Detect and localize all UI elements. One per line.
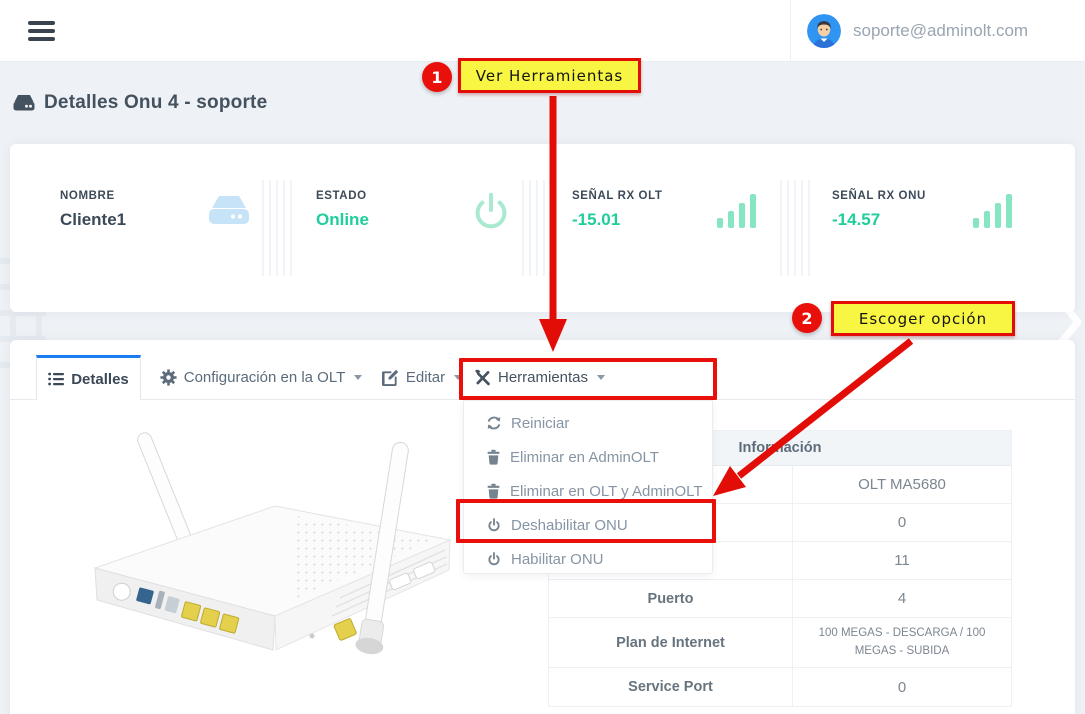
- callout-escoger-opcion: Escoger opción: [831, 301, 1015, 336]
- table-row: Puerto 4: [549, 580, 1011, 618]
- menu-item-label: Eliminar en AdminOLT: [510, 449, 659, 466]
- table-row: Plan de Internet 100 MEGAS - DESCARGA / …: [549, 618, 1011, 668]
- divider: [522, 180, 552, 276]
- divider: [780, 180, 810, 276]
- herramientas-dropdown-menu: Reiniciar Eliminar en AdminOLT Eliminar …: [463, 400, 713, 574]
- menu-item-habilitar-onu[interactable]: Habilitar ONU: [464, 542, 712, 576]
- step-badge-1: 1: [422, 62, 452, 92]
- stat-label-nombre: NOMBRE: [60, 190, 115, 202]
- row-label: Service Port: [549, 668, 793, 706]
- stat-value-nombre: Cliente1: [60, 210, 126, 230]
- callout-ver-herramientas: Ver Herramientas: [458, 58, 641, 93]
- highlight-box-deshabilitar-onu: [456, 499, 716, 543]
- highlight-box-herramientas: [459, 358, 717, 400]
- row-value: OLT MA5680: [793, 466, 1011, 503]
- menu-item-label: Reiniciar: [511, 415, 569, 432]
- row-value: 4: [793, 580, 1011, 617]
- onu-product-image: [40, 418, 470, 668]
- table-row: Service Port 0: [549, 668, 1011, 706]
- edit-icon: [382, 369, 399, 386]
- tab-detalles[interactable]: Detalles: [36, 355, 141, 400]
- list-icon: [48, 372, 64, 386]
- stat-label-senal-rx-olt: SEÑAL RX OLT: [572, 190, 662, 202]
- row-label: Puerto: [549, 580, 793, 617]
- stat-value-estado: Online: [316, 210, 369, 230]
- power-icon: [468, 188, 514, 234]
- account-menu[interactable]: soporte@adminolt.com: [790, 0, 1085, 62]
- trash-icon: [486, 483, 501, 499]
- breadcrumb: Detalles Onu 4 - soporte: [12, 92, 267, 114]
- row-value: 100 MEGAS - DESCARGA / 100 MEGAS - SUBID…: [793, 618, 1011, 667]
- chevron-down-icon: [354, 375, 362, 380]
- refresh-icon: [486, 415, 502, 431]
- signal-bars-icon: [716, 192, 758, 230]
- row-value: 11: [793, 542, 1011, 579]
- router-icon: [206, 190, 252, 230]
- signal-bars-icon: [972, 192, 1014, 230]
- onu-icon: [12, 92, 36, 114]
- menu-item-label: Habilitar ONU: [511, 551, 604, 568]
- row-value: 0: [793, 668, 1011, 706]
- tab-configuracion-olt[interactable]: Configuración en la OLT: [150, 355, 372, 400]
- tab-label: Detalles: [71, 371, 129, 388]
- app-window: soporte@adminolt.com Detalles Onu 4 - so…: [0, 0, 1085, 714]
- page-title: Detalles Onu 4 - soporte: [44, 92, 267, 114]
- tab-label: Configuración en la OLT: [184, 369, 345, 386]
- avatar: [807, 14, 841, 48]
- divider: [262, 180, 292, 276]
- account-email: soporte@adminolt.com: [853, 21, 1028, 41]
- row-value: 0: [793, 504, 1011, 541]
- tab-label: Editar: [406, 369, 445, 386]
- menu-item-eliminar-adminolt[interactable]: Eliminar en AdminOLT: [464, 440, 712, 474]
- power-icon: [486, 551, 502, 567]
- menu-item-label: Eliminar en OLT y AdminOLT: [510, 483, 703, 500]
- trash-icon: [486, 449, 501, 465]
- stat-label-senal-rx-onu: SEÑAL RX ONU: [832, 190, 926, 202]
- step-badge-2: 2: [792, 303, 822, 333]
- stat-label-estado: ESTADO: [316, 190, 367, 202]
- tab-editar[interactable]: Editar: [372, 355, 472, 400]
- stat-value-senal-rx-olt: -15.01: [572, 210, 620, 230]
- menu-toggle-icon[interactable]: [28, 21, 58, 42]
- top-navbar: soporte@adminolt.com: [0, 0, 1085, 62]
- row-label: Plan de Internet: [549, 618, 793, 667]
- menu-item-reiniciar[interactable]: Reiniciar: [464, 406, 712, 440]
- onu-status-card: NOMBRE Cliente1 ESTADO Online SEÑAL RX O…: [10, 144, 1075, 312]
- stat-value-senal-rx-onu: -14.57: [832, 210, 880, 230]
- gear-icon: [160, 369, 177, 386]
